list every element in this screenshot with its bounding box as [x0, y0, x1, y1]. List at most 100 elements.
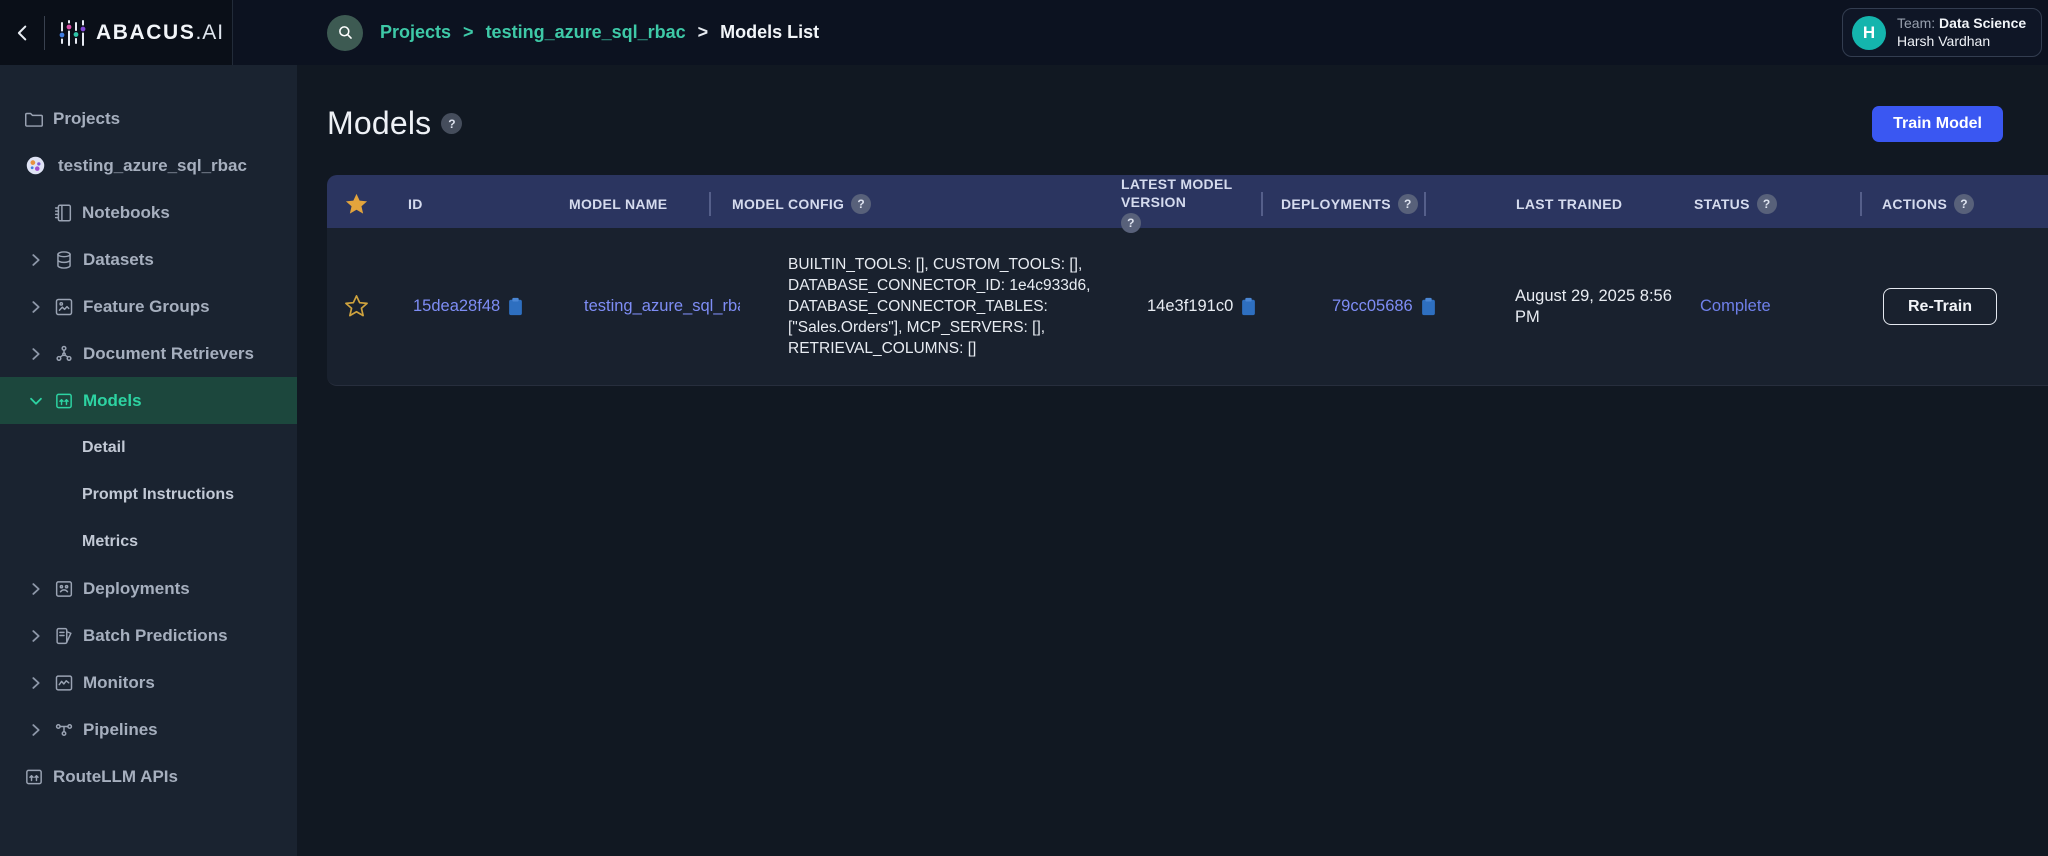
logo-section: ABACUS.AI: [0, 0, 233, 65]
deployments-icon: [53, 578, 75, 600]
sidebar-item-label: Document Retrievers: [83, 344, 254, 364]
status-text: Complete: [1700, 297, 1771, 316]
sidebar-item-batch-predictions[interactable]: Batch Predictions: [0, 612, 297, 659]
cluster-icon: [53, 343, 75, 365]
breadcrumb-separator: >: [698, 22, 709, 43]
sidebar-item-label: Detail: [82, 439, 126, 457]
sidebar-subitem-detail[interactable]: Detail: [0, 424, 297, 471]
folder-icon: [23, 108, 45, 130]
breadcrumb-projects[interactable]: Projects: [380, 22, 451, 43]
page-title: Models: [327, 105, 431, 142]
sidebar-item-label: Deployments: [83, 579, 190, 599]
help-icon[interactable]: ?: [1757, 194, 1777, 214]
table-header-row: ID MODEL NAME MODEL CONFIG ? LATEST MODE…: [327, 175, 2048, 228]
header-model-config[interactable]: MODEL CONFIG ?: [709, 175, 1121, 233]
team-label: Team:: [1897, 15, 1935, 31]
breadcrumb-project-name[interactable]: testing_azure_sql_rbac: [486, 22, 686, 43]
breadcrumb-area: Projects > testing_azure_sql_rbac > Mode…: [327, 0, 819, 65]
sidebar-item-deployments[interactable]: Deployments: [0, 565, 297, 612]
feature-groups-icon: [53, 296, 75, 318]
chevron-right-icon: [27, 345, 45, 363]
monitors-icon: [53, 672, 75, 694]
header-star-cell[interactable]: [327, 175, 407, 233]
search-button[interactable]: [327, 15, 363, 51]
chevron-right-icon: [27, 580, 45, 598]
back-button[interactable]: [0, 22, 44, 44]
sidebar-item-label: Projects: [53, 109, 120, 129]
deployment-id-link[interactable]: 79cc05686: [1332, 297, 1413, 316]
sidebar-item-monitors[interactable]: Monitors: [0, 659, 297, 706]
breadcrumb-current: Models List: [720, 22, 819, 43]
chevron-right-icon: [27, 298, 45, 316]
sidebar-item-label: Models: [83, 391, 142, 411]
header-status[interactable]: STATUS ?: [1694, 175, 1860, 233]
header-model-name[interactable]: MODEL NAME: [569, 175, 709, 233]
header-actions[interactable]: ACTIONS ?: [1860, 175, 2048, 233]
copy-icon[interactable]: [508, 297, 523, 316]
last-trained-text: August 29, 2025 8:56 PM: [1424, 286, 1694, 328]
model-config-text: BUILTIN_TOOLS: [], CUSTOM_TOOLS: [], DAT…: [788, 254, 1121, 359]
breadcrumb: Projects > testing_azure_sql_rbac > Mode…: [380, 22, 819, 43]
project-avatar-icon: [25, 155, 46, 176]
sidebar-item-feature-groups[interactable]: Feature Groups: [0, 283, 297, 330]
back-chevron-icon: [12, 22, 34, 44]
star-outline-icon: [343, 293, 370, 320]
help-icon[interactable]: ?: [441, 113, 462, 134]
sidebar-item-datasets[interactable]: Datasets: [0, 236, 297, 283]
search-icon: [336, 23, 355, 42]
header-id[interactable]: ID: [407, 175, 569, 233]
star-filled-icon: [343, 191, 370, 218]
model-id-link[interactable]: 15dea28f48: [413, 297, 500, 316]
notebook-icon: [52, 202, 74, 224]
topbar-divider: [44, 16, 45, 50]
sidebar-item-projects[interactable]: Projects: [0, 95, 297, 142]
help-icon[interactable]: ?: [1398, 194, 1418, 214]
model-name-link[interactable]: testing_azure_sql_rbac: [584, 297, 740, 316]
header-last-trained[interactable]: LAST TRAINED: [1424, 175, 1694, 233]
chevron-down-icon: [27, 392, 45, 410]
sidebar-item-notebooks[interactable]: Notebooks: [0, 189, 297, 236]
chevron-right-icon: [27, 627, 45, 645]
team-name: Data Science: [1939, 15, 2026, 31]
help-icon[interactable]: ?: [851, 194, 871, 214]
sidebar-item-label: Prompt Instructions: [82, 486, 234, 504]
models-icon: [53, 390, 75, 412]
sidebar-item-pipelines[interactable]: Pipelines: [0, 706, 297, 753]
header-deployments[interactable]: DEPLOYMENTS ?: [1261, 175, 1424, 233]
user-name: Harsh Vardhan: [1897, 34, 2026, 49]
topbar: ABACUS.AI Projects > testing_azure_sql_r…: [0, 0, 2048, 65]
sidebar-item-document-retrievers[interactable]: Document Retrievers: [0, 330, 297, 377]
model-version-text: 14e3f191c0: [1147, 297, 1233, 316]
sidebar-item-label: Pipelines: [83, 720, 158, 740]
row-star-cell[interactable]: [327, 293, 407, 320]
sidebar-item-label: Monitors: [83, 673, 155, 693]
sidebar-item-label: Metrics: [82, 533, 138, 551]
sidebar-item-label: Notebooks: [82, 203, 170, 223]
sidebar-item-project-name[interactable]: testing_azure_sql_rbac: [0, 142, 297, 189]
chevron-right-icon: [27, 251, 45, 269]
sidebar-subitem-metrics[interactable]: Metrics: [0, 518, 297, 565]
sidebar-item-label: Batch Predictions: [83, 626, 228, 646]
copy-icon[interactable]: [1241, 297, 1256, 316]
models-table: ID MODEL NAME MODEL CONFIG ? LATEST MODE…: [327, 175, 2048, 386]
header-latest-model-version[interactable]: LATEST MODEL VERSION ?: [1121, 175, 1261, 233]
abacus-logo-icon: [57, 18, 87, 48]
breadcrumb-separator: >: [463, 22, 474, 43]
user-menu[interactable]: H Team: Data Science Harsh Vardhan: [1842, 8, 2042, 57]
routellm-icon: [23, 766, 45, 788]
retrain-button[interactable]: Re-Train: [1883, 288, 1997, 325]
sidebar: Projects testing_azure_sql_rbac Notebook…: [0, 65, 297, 856]
train-model-button[interactable]: Train Model: [1872, 106, 2003, 142]
sidebar-item-models[interactable]: Models: [0, 377, 297, 424]
chevron-right-icon: [27, 721, 45, 739]
sidebar-subitem-prompt-instructions[interactable]: Prompt Instructions: [0, 471, 297, 518]
table-row: 15dea28f48 testing_azure_sql_rbac BUILTI…: [327, 228, 2048, 386]
sidebar-item-routellm-apis[interactable]: RouteLLM APIs: [0, 753, 297, 800]
help-icon[interactable]: ?: [1121, 213, 1141, 233]
avatar: H: [1852, 16, 1886, 50]
sidebar-item-label: Datasets: [83, 250, 154, 270]
sidebar-item-label: testing_azure_sql_rbac: [58, 156, 247, 176]
help-icon[interactable]: ?: [1954, 194, 1974, 214]
brand-logo[interactable]: ABACUS.AI: [57, 18, 224, 48]
main-content: Models ? Train Model ID MODEL NAME MODEL…: [297, 65, 2048, 856]
